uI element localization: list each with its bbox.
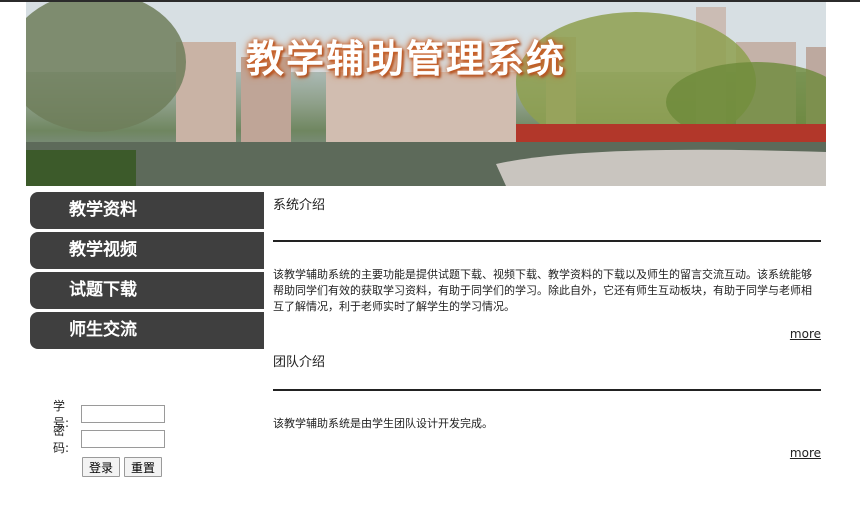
nav-item-teacher-student-exchange[interactable]: 师生交流 [30,312,264,349]
nav-item-teaching-materials[interactable]: 教学资料 [30,192,264,229]
more-link[interactable]: more [273,327,821,341]
nav-item-teaching-videos[interactable]: 教学视频 [30,232,264,269]
login-button[interactable]: 登录 [82,457,121,477]
section-title: 团队介绍 [273,355,326,370]
section-body: 该教学辅助系统的主要功能是提供试题下载、视频下载、教学资料的下载以及师生的留言交… [273,268,812,313]
section-divider [273,240,821,242]
sidebar-nav: 教学资料 教学视频 试题下载 师生交流 [30,192,264,352]
site-title: 教学辅助管理系统 [246,37,567,81]
student-id-input[interactable] [81,405,165,423]
login-buttons: 登录 重置 [82,457,163,477]
system-intro-section: 系统介绍 该教学辅助系统的主要功能是提供试题下载、视频下载、教学资料的下载以及师… [273,196,821,341]
section-divider [273,389,821,391]
section-title: 系统介绍 [273,198,326,213]
password-label: 密码: [53,424,70,455]
reset-button[interactable]: 重置 [124,457,163,477]
main-content: 系统介绍 该教学辅助系统的主要功能是提供试题下载、视频下载、教学资料的下载以及师… [273,196,821,460]
header-banner: 教学辅助管理系统 [26,2,826,186]
section-body: 该教学辅助系统是由学生团队设计开发完成。 [273,417,493,430]
password-input[interactable] [81,430,165,448]
more-link[interactable]: more [273,446,821,460]
team-intro-section: 团队介绍 该教学辅助系统是由学生团队设计开发完成。 more [273,353,821,460]
login-form: 学号: 密码: [53,399,203,455]
nav-item-exam-download[interactable]: 试题下载 [30,272,264,309]
